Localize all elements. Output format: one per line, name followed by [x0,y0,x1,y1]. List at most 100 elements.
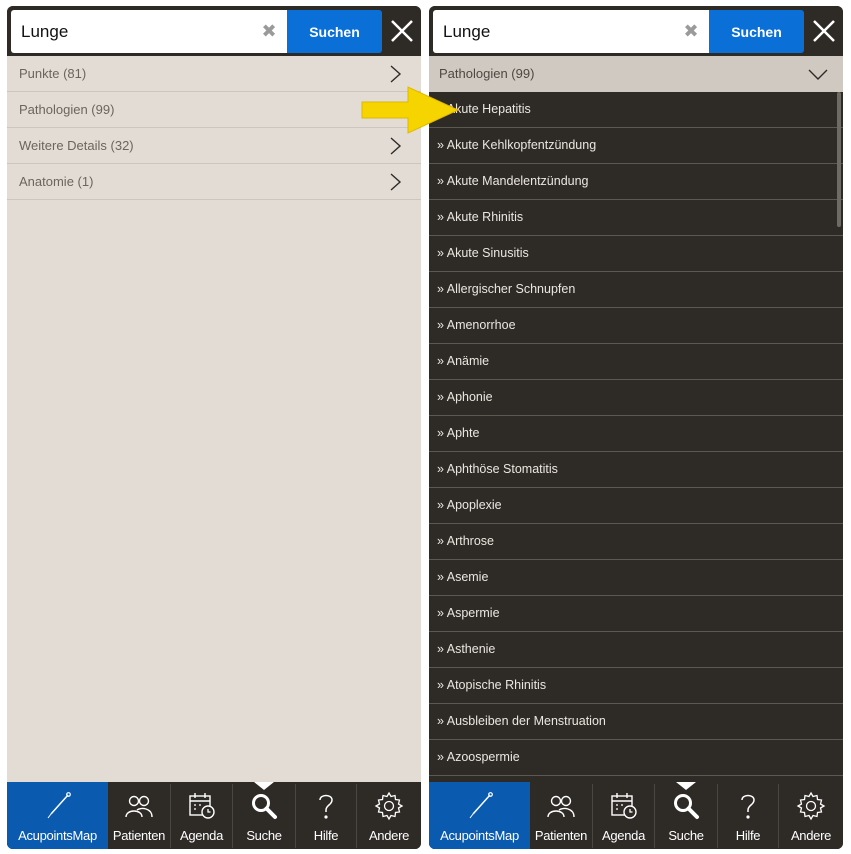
search-panel-right: ✖ Suchen Pathologien (99) » Akute Hepati… [429,6,843,849]
category-row-weitere-details[interactable]: Weitere Details (32) [7,128,421,164]
list-item-label: » Akute Rhinitis [437,210,524,224]
tab-label: Patienten [112,828,166,843]
tab-label: AcupointsMap [18,828,97,843]
list-item-label: » Aphte [437,426,480,440]
search-bar: ✖ Suchen [429,6,843,56]
tab-agenda[interactable]: Agenda [593,782,654,849]
tab-agenda[interactable]: Agenda [171,782,232,849]
chevron-right-icon [390,173,402,191]
section-header-pathologien[interactable]: Pathologien (99) [429,56,843,92]
list-item[interactable]: » Allergischer Schnupfen [429,272,843,308]
category-label: Anatomie (1) [19,174,94,189]
search-panel-left: ✖ Suchen Punkte (81) Pathologien (99) We… [7,6,421,849]
list-item[interactable]: » Aspermie [429,596,843,632]
search-icon [252,794,277,819]
calendar-clock-icon [188,793,215,819]
list-item[interactable]: » Asemie [429,560,843,596]
category-row-pathologien[interactable]: Pathologien (99) [7,92,421,128]
list-item[interactable]: » Akute Sinusitis [429,236,843,272]
list-item[interactable]: » Aphthöse Stomatitis [429,452,843,488]
list-item[interactable]: » Arthrose [429,524,843,560]
bottom-tab-bar: AcupointsMap Patienten Agenda Suche Hilf… [429,782,843,849]
tab-label: Hilfe [313,828,339,843]
list-item[interactable]: » Anämie [429,344,843,380]
list-item[interactable]: » Atopische Rhinitis [429,668,843,704]
tab-label: Patienten [534,828,588,843]
tab-label: Andere [368,828,410,843]
list-item[interactable]: » Akute Hepatitis [429,92,843,128]
search-input[interactable] [21,10,251,53]
bottom-tab-bar: AcupointsMap Patienten Agenda Suche Hilf… [7,782,421,849]
search-icon [674,794,699,819]
patients-icon [125,795,153,818]
category-label: Weitere Details (32) [19,138,134,153]
tab-label: Andere [790,828,832,843]
tab-suche[interactable]: Suche [233,782,295,849]
tab-andere[interactable]: Andere [357,782,421,849]
search-input[interactable] [443,10,673,53]
chevron-down-icon [808,69,828,80]
list-item-label: » Asthenie [437,642,496,656]
tab-label: Hilfe [735,828,761,843]
gear-icon [796,791,826,821]
tab-hilfe[interactable]: Hilfe [296,782,356,849]
list-item[interactable]: » Asthenie [429,632,843,668]
search-input-container: ✖ [11,10,287,53]
search-button[interactable]: Suchen [709,10,804,53]
category-row-anatomie[interactable]: Anatomie (1) [7,164,421,200]
active-tab-indicator [676,782,696,790]
annotation-arrow-icon [361,86,460,134]
chevron-right-icon [390,137,402,155]
scrollbar[interactable] [837,92,841,227]
list-item[interactable]: » Apoplexie [429,488,843,524]
chevron-right-icon [390,65,402,83]
tab-andere[interactable]: Andere [779,782,843,849]
list-item-label: » Amenorrhoe [437,318,516,332]
list-item-label: » Anämie [437,354,490,368]
list-item[interactable]: » Aphonie [429,380,843,416]
active-tab-indicator [254,782,274,790]
tab-label: AcupointsMap [440,828,519,843]
needle-icon [47,792,71,819]
needle-icon [469,792,493,819]
list-item[interactable]: » Ausbleiben der Menstruation [429,704,843,740]
list-item[interactable]: » Akute Mandelentzündung [429,164,843,200]
list-item[interactable]: » Akute Rhinitis [429,200,843,236]
list-item-label: » Aspermie [437,606,500,620]
help-icon [319,794,333,819]
list-item-label: » Arthrose [437,534,494,548]
tab-label: Agenda [601,828,646,843]
list-item-label: » Ausbleiben der Menstruation [437,714,606,728]
list-item[interactable]: » Amenorrhoe [429,308,843,344]
search-button[interactable]: Suchen [287,10,382,53]
tab-hilfe[interactable]: Hilfe [718,782,778,849]
list-item-label: » Apoplexie [437,498,502,512]
list-item-label: » Aphthöse Stomatitis [437,462,558,476]
tab-suche[interactable]: Suche [655,782,717,849]
list-item[interactable]: » Azoospermie [429,740,843,776]
list-item[interactable]: » Akute Kehlkopfentzündung [429,128,843,164]
calendar-clock-icon [610,793,637,819]
list-item-label: » Akute Mandelentzündung [437,174,589,188]
tab-label: Suche [668,828,704,843]
close-icon[interactable] [807,14,841,48]
clear-search-icon[interactable]: ✖ [257,19,281,43]
patients-icon [547,795,575,818]
list-item-label: » Akute Sinusitis [437,246,529,260]
tab-patienten[interactable]: Patienten [108,782,170,849]
tab-acupointsmap[interactable]: AcupointsMap [429,782,530,849]
tab-patienten[interactable]: Patienten [530,782,592,849]
tab-label: Suche [246,828,282,843]
help-icon [741,794,755,819]
close-icon[interactable] [385,14,419,48]
tab-acupointsmap[interactable]: AcupointsMap [7,782,108,849]
list-item-label: » Atopische Rhinitis [437,678,547,692]
list-item-label: » Allergischer Schnupfen [437,282,576,296]
clear-search-icon[interactable]: ✖ [679,19,703,43]
list-item-label: » Azoospermie [437,750,520,764]
search-bar: ✖ Suchen [7,6,421,56]
list-item[interactable]: » Aphte [429,416,843,452]
list-item-label: » Aphonie [437,390,493,404]
category-row-punkte[interactable]: Punkte (81) [7,56,421,92]
list-item-label: » Asemie [437,570,489,584]
